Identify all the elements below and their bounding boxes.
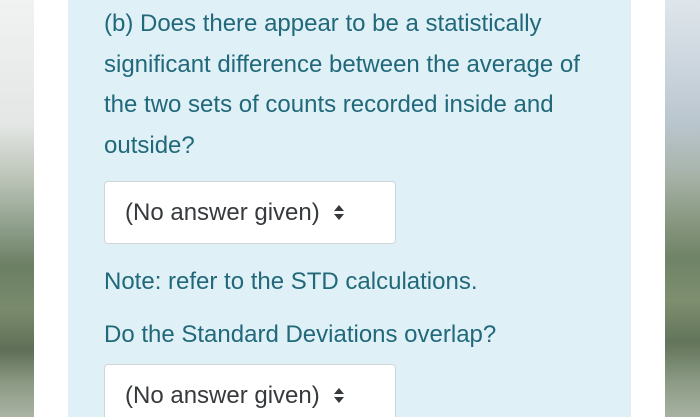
note-text: Note: refer to the STD calculations. xyxy=(104,268,478,295)
question-panel: (b) Does there appear to be a statistica… xyxy=(68,0,631,417)
std-overlap-question-text: Do the Standard Deviations overlap? xyxy=(104,321,497,348)
page-margin-left xyxy=(34,0,68,417)
background-photo-right xyxy=(665,0,700,417)
question-b-answer-select[interactable]: (No answer given) xyxy=(104,181,396,244)
question-b-selected-value: (No answer given) xyxy=(125,198,320,226)
up-down-caret-icon xyxy=(333,388,344,404)
background-photo-left xyxy=(0,0,34,417)
page-margin-right xyxy=(631,0,665,417)
question-b-text: (b) Does there appear to be a statistica… xyxy=(104,10,580,159)
std-overlap-selected-value: (No answer given) xyxy=(125,381,320,409)
page: (b) Does there appear to be a statistica… xyxy=(0,0,700,417)
up-down-caret-icon xyxy=(333,205,344,221)
std-overlap-answer-select[interactable]: (No answer given) xyxy=(104,364,396,417)
